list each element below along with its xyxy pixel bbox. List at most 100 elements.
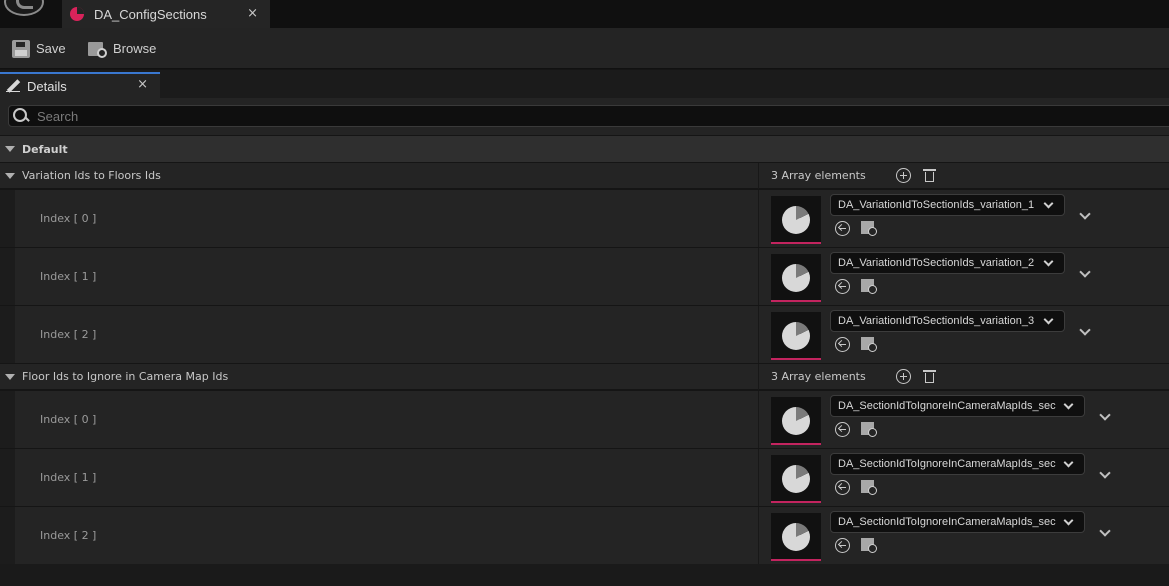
details-tab-label: Details (27, 78, 67, 94)
asset-picker[interactable]: DA_SectionIdToIgnoreInCameraMapIds_sec (830, 453, 1085, 475)
trash-icon[interactable] (923, 369, 936, 384)
asset-name: DA_SectionIdToIgnoreInCameraMapIds_sec (838, 458, 1056, 470)
data-asset-icon (70, 7, 84, 21)
expand-chevron-icon[interactable] (1079, 208, 1091, 220)
use-selected-arrow-icon[interactable] (835, 221, 850, 236)
search-bar (0, 98, 1169, 135)
column-divider[interactable] (758, 163, 759, 189)
save-button[interactable]: Save (12, 28, 66, 69)
asset-name: DA_VariationIdToSectionIds_variation_1 (838, 199, 1035, 211)
array-element-row: Index [ 1 ] DA_SectionIdToIgnoreInCamera… (0, 448, 1169, 507)
asset-thumbnail[interactable] (771, 312, 821, 360)
asset-thumbnail[interactable] (771, 254, 821, 302)
chevron-down-icon (1063, 515, 1074, 525)
use-selected-arrow-icon[interactable] (835, 538, 850, 553)
close-tab-icon[interactable]: × (247, 6, 258, 21)
save-label: Save (36, 41, 66, 56)
data-asset-thumbnail-icon (782, 322, 810, 350)
asset-name: DA_SectionIdToIgnoreInCameraMapIds_sec (838, 400, 1056, 412)
use-selected-arrow-icon[interactable] (835, 337, 850, 352)
column-divider[interactable] (758, 364, 759, 390)
index-label: Index [ 0 ] (40, 413, 97, 426)
add-element-icon[interactable] (896, 168, 911, 183)
data-asset-thumbnail-icon (782, 523, 810, 551)
array-header-variation-ids[interactable]: Variation Ids to Floors Ids 3 Array elem… (0, 162, 1169, 189)
search-input[interactable] (37, 108, 1137, 124)
pencil-icon (6, 79, 20, 93)
expand-chevron-icon[interactable] (1079, 266, 1091, 278)
column-divider[interactable] (758, 507, 759, 565)
search-box[interactable] (8, 105, 1169, 127)
data-asset-thumbnail-icon (782, 407, 810, 435)
add-element-icon[interactable] (896, 369, 911, 384)
asset-picker[interactable]: DA_VariationIdToSectionIds_variation_1 (830, 194, 1065, 216)
chevron-down-icon (1063, 457, 1074, 467)
browse-folder-icon[interactable] (861, 221, 878, 237)
category-default[interactable]: Default (0, 136, 1169, 162)
search-icon (13, 108, 29, 124)
data-asset-thumbnail-icon (782, 264, 810, 292)
browse-button[interactable]: Browse (88, 28, 156, 69)
array-element-row: Index [ 0 ] DA_VariationIdToSectionIds_v… (0, 189, 1169, 248)
asset-thumbnail[interactable] (771, 513, 821, 561)
trash-icon[interactable] (923, 168, 936, 183)
folder-search-icon (88, 40, 108, 58)
details-tab[interactable]: Details × (0, 72, 160, 98)
asset-name: DA_VariationIdToSectionIds_variation_2 (838, 257, 1035, 269)
collapse-arrow-icon[interactable] (5, 173, 15, 179)
unreal-logo-icon[interactable] (4, 0, 44, 16)
browse-folder-icon[interactable] (861, 480, 878, 496)
property-name: Variation Ids to Floors Ids (22, 169, 161, 182)
panel-tab-bar: Details × (0, 70, 1169, 98)
asset-picker[interactable]: DA_VariationIdToSectionIds_variation_3 (830, 310, 1065, 332)
panel-footer (0, 564, 1169, 586)
collapse-arrow-icon[interactable] (5, 146, 15, 152)
chevron-down-icon (1063, 399, 1074, 409)
asset-thumbnail[interactable] (771, 455, 821, 503)
close-details-icon[interactable]: × (137, 77, 148, 92)
asset-thumbnail[interactable] (771, 196, 821, 244)
use-selected-arrow-icon[interactable] (835, 279, 850, 294)
category-label: Default (22, 142, 68, 156)
array-element-row: Index [ 1 ] DA_VariationIdToSectionIds_v… (0, 247, 1169, 306)
index-label: Index [ 1 ] (40, 270, 97, 283)
array-element-row: Index [ 0 ] DA_SectionIdToIgnoreInCamera… (0, 390, 1169, 449)
collapse-arrow-icon[interactable] (5, 374, 15, 380)
asset-picker[interactable]: DA_SectionIdToIgnoreInCameraMapIds_sec (830, 511, 1085, 533)
expand-chevron-icon[interactable] (1079, 324, 1091, 336)
browse-folder-icon[interactable] (861, 337, 878, 353)
browse-folder-icon[interactable] (861, 279, 878, 295)
column-divider[interactable] (758, 306, 759, 364)
asset-editor-tab[interactable]: DA_ConfigSections × (62, 0, 270, 28)
array-element-row: Index [ 2 ] DA_SectionIdToIgnoreInCamera… (0, 506, 1169, 565)
title-bar: DA_ConfigSections × (0, 0, 1169, 28)
use-selected-arrow-icon[interactable] (835, 422, 850, 437)
column-divider[interactable] (758, 391, 759, 449)
toolbar: Save Browse (0, 28, 1169, 69)
data-asset-thumbnail-icon (782, 465, 810, 493)
data-asset-thumbnail-icon (782, 206, 810, 234)
use-selected-arrow-icon[interactable] (835, 480, 850, 495)
index-label: Index [ 2 ] (40, 529, 97, 542)
column-divider[interactable] (758, 449, 759, 507)
asset-picker[interactable]: DA_SectionIdToIgnoreInCameraMapIds_sec (830, 395, 1085, 417)
array-count: 3 Array elements (771, 169, 866, 182)
column-divider[interactable] (758, 248, 759, 306)
index-label: Index [ 1 ] (40, 471, 97, 484)
index-label: Index [ 2 ] (40, 328, 97, 341)
browse-label: Browse (113, 41, 157, 56)
expand-chevron-icon[interactable] (1099, 467, 1111, 479)
tab-title: DA_ConfigSections (94, 6, 207, 22)
column-divider[interactable] (758, 190, 759, 248)
asset-name: DA_SectionIdToIgnoreInCameraMapIds_sec (838, 516, 1056, 528)
browse-folder-icon[interactable] (861, 422, 878, 438)
expand-chevron-icon[interactable] (1099, 525, 1111, 537)
chevron-down-icon (1043, 198, 1054, 208)
expand-chevron-icon[interactable] (1099, 409, 1111, 421)
asset-thumbnail[interactable] (771, 397, 821, 445)
browse-folder-icon[interactable] (861, 538, 878, 554)
array-element-row: Index [ 2 ] DA_VariationIdToSectionIds_v… (0, 305, 1169, 364)
asset-name: DA_VariationIdToSectionIds_variation_3 (838, 315, 1035, 327)
asset-picker[interactable]: DA_VariationIdToSectionIds_variation_2 (830, 252, 1065, 274)
array-header-floor-ids[interactable]: Floor Ids to Ignore in Camera Map Ids 3 … (0, 363, 1169, 390)
